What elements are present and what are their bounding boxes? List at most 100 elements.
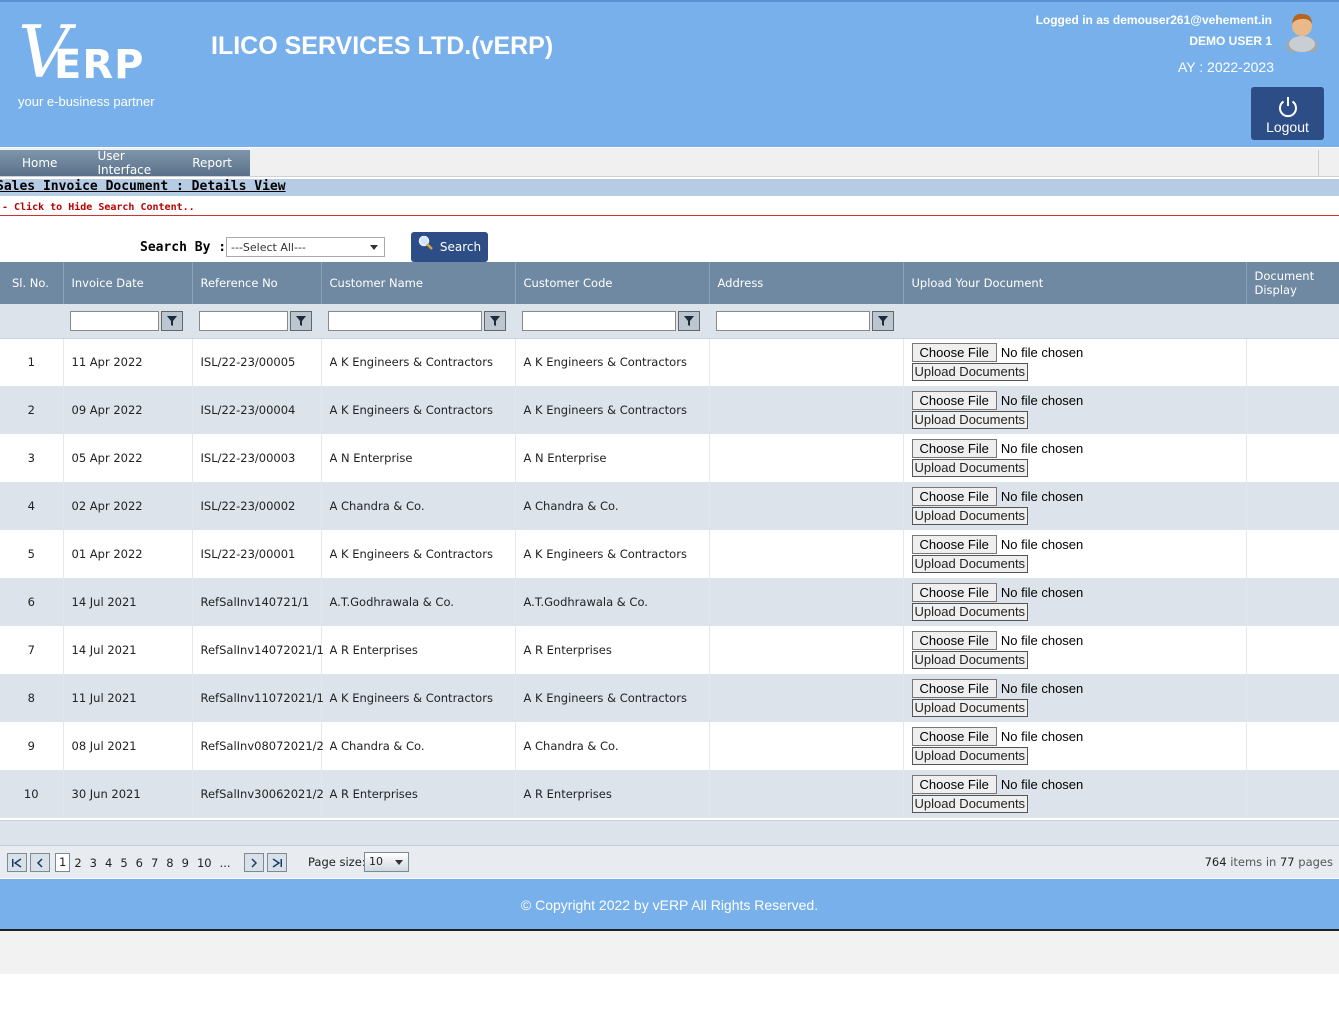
menu-user-interface[interactable]: User Interface [75,149,170,177]
cell-upload: Choose File No file chosen Upload Document… [903,530,1247,578]
page-size-select[interactable]: 10 [364,852,409,872]
upload-documents-button[interactable]: Upload Documents [911,411,1029,429]
choose-file-button[interactable]: Choose File [911,343,997,363]
cell-invoice-date: 02 Apr 2022 [63,482,193,530]
prev-page-icon [36,857,43,868]
filter-customer-name-input[interactable] [328,310,482,331]
user-avatar-icon [1285,10,1319,56]
cell-invoice-date: 09 Apr 2022 [63,386,193,434]
cell-reference-no: RefSalInv140721/1 [192,578,322,626]
page-number[interactable]: ... [216,856,235,870]
choose-file-button[interactable]: Choose File [911,391,997,410]
cell-document-display [1246,770,1339,818]
choose-file-button[interactable]: Choose File [911,439,997,458]
filter-invoice-date-input[interactable] [70,310,159,331]
cell-customer-code: A R Enterprises [515,770,710,818]
col-invoice-date[interactable]: Invoice Date [63,262,193,304]
page-number[interactable]: 3 [86,856,101,870]
upload-documents-button[interactable]: Upload Documents [911,555,1029,573]
logout-button[interactable]: Logout [1251,87,1324,140]
menu-report[interactable]: Report [170,156,250,170]
col-document-display[interactable]: Document Display [1246,262,1339,304]
hide-search-link[interactable]: - Click to Hide Search Content.. [2,202,195,213]
next-page-icon [251,857,258,868]
cell-sl-no: 6 [0,578,64,626]
col-reference-no[interactable]: Reference No [192,262,322,304]
upload-documents-button[interactable]: Upload Documents [911,459,1029,477]
upload-documents-button[interactable]: Upload Documents [911,747,1029,765]
search-by-select[interactable]: ---Select All--- [226,237,385,257]
upload-documents-button[interactable]: Upload Documents [911,699,1029,717]
choose-file-button[interactable]: Choose File [911,727,997,746]
cell-address [709,770,904,818]
page-number[interactable]: 7 [147,856,162,870]
filter-icon[interactable] [678,310,700,331]
cell-sl-no: 7 [0,626,64,674]
cell-customer-code: A K Engineers & Contractors [515,338,710,386]
upload-documents-button[interactable]: Upload Documents [911,795,1029,813]
col-sl-no[interactable]: Sl. No. [0,262,64,304]
table-row: 6 14 Jul 2021 RefSalInv140721/1 A.T.Godhraw… [0,578,1339,626]
cell-reference-no: RefSalInv11072021/1 [192,674,324,722]
filter-icon[interactable] [484,310,506,331]
filter-customer-code-input[interactable] [522,310,676,331]
search-button[interactable]: Search [411,232,488,262]
cell-sl-no: 10 [0,770,64,818]
page-number[interactable]: 5 [116,856,131,870]
cell-address [709,338,904,386]
filter-icon[interactable] [161,310,183,331]
cell-address [709,386,904,434]
filter-reference-no-input[interactable] [199,310,288,331]
cell-customer-name: A Chandra & Co. [321,722,516,770]
choose-file-button[interactable]: Choose File [911,775,997,794]
cell-document-display [1246,530,1339,578]
footer: © Copyright 2022 by vERP All Rights Rese… [0,879,1339,931]
invoice-table: Sl. No. Invoice Date Reference No Custom… [0,262,1339,818]
page-number[interactable]: 8 [162,856,177,870]
choose-file-button[interactable]: Choose File [911,535,997,554]
last-page-button[interactable] [267,853,287,872]
col-address[interactable]: Address [709,262,904,304]
cell-sl-no: 5 [0,530,64,578]
col-customer-name[interactable]: Customer Name [321,262,516,304]
next-page-button[interactable] [244,853,264,872]
upload-documents-button[interactable]: Upload Documents [911,603,1029,621]
col-customer-code[interactable]: Customer Code [515,262,710,304]
first-page-button[interactable] [7,853,27,872]
choose-file-button[interactable]: Choose File [911,583,997,602]
page-number[interactable]: 4 [101,856,116,870]
cell-address [709,482,904,530]
user-name: DEMO USER 1 [1189,34,1272,48]
cell-invoice-date: 14 Jul 2021 [63,626,193,674]
upload-documents-button[interactable]: Upload Documents [911,363,1029,382]
cell-customer-name: A Chandra & Co. [321,482,516,530]
page-number[interactable]: 2 [70,856,85,870]
filter-icon[interactable] [872,310,894,331]
col-upload-document[interactable]: Upload Your Document [903,262,1247,304]
prev-page-button[interactable] [30,853,50,872]
page-number[interactable]: 1 [55,853,71,872]
choose-file-button[interactable]: Choose File [911,487,997,506]
no-file-text: No file chosen [1000,633,1084,648]
page-number[interactable]: 9 [178,856,193,870]
no-file-text: No file chosen [1000,585,1084,600]
cell-invoice-date: 05 Apr 2022 [63,434,193,482]
cell-reference-no: ISL/22-23/00002 [192,482,322,530]
page-title-bar: Sales Invoice Document : Details View [0,179,1339,196]
cell-document-display [1246,338,1339,386]
menu-home[interactable]: Home [0,156,75,170]
cell-upload: Choose File No file chosen Upload Document… [903,434,1247,482]
cell-sl-no: 9 [0,722,64,770]
page-number[interactable]: 6 [132,856,147,870]
filter-row [0,304,1339,339]
choose-file-button[interactable]: Choose File [911,679,997,698]
upload-documents-button[interactable]: Upload Documents [911,507,1029,525]
table-row: 3 05 Apr 2022 ISL/22-23/00003 A N Enterpris… [0,434,1339,482]
page-number[interactable]: 10 [193,856,216,870]
cell-customer-name: A R Enterprises [321,770,516,818]
filter-icon[interactable] [290,310,312,331]
no-file-text: No file chosen [1000,489,1084,504]
filter-address-input[interactable] [716,310,870,331]
upload-documents-button[interactable]: Upload Documents [911,651,1029,669]
choose-file-button[interactable]: Choose File [911,631,997,650]
